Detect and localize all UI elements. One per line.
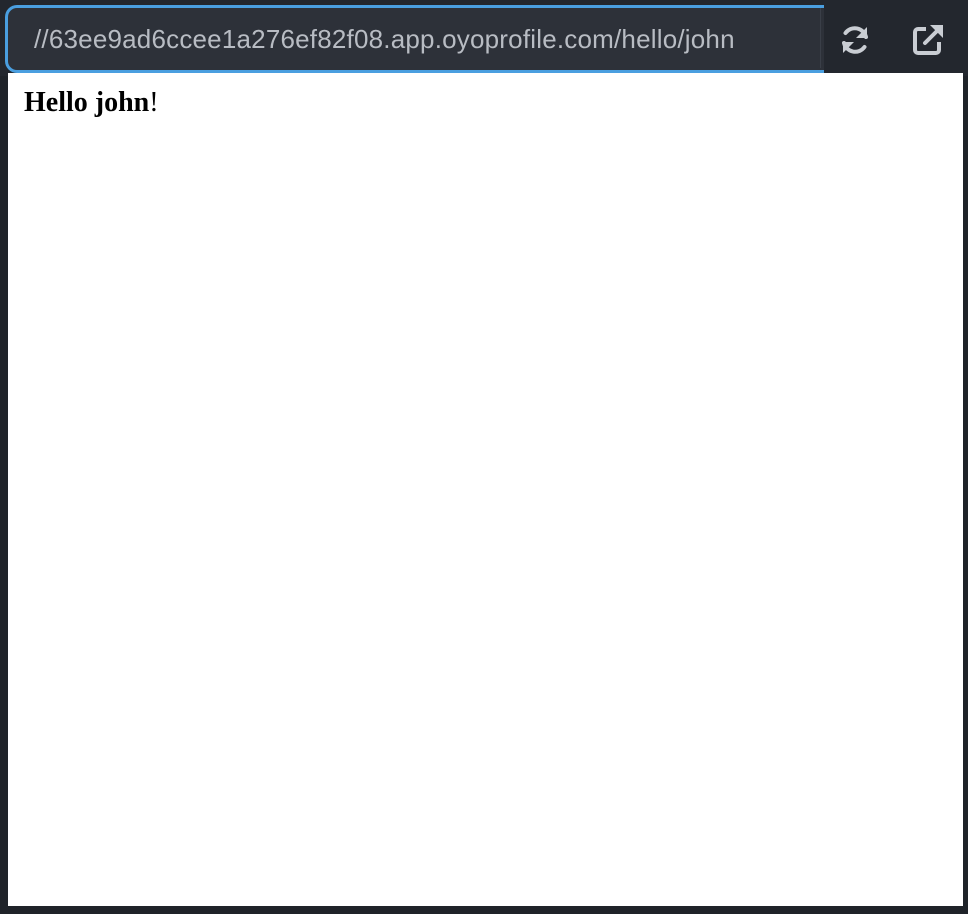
greeting-heading: Hello john! [24,87,159,119]
external-link-icon [910,22,946,58]
refresh-button[interactable] [831,14,879,66]
greeting-text: Hello john [24,87,150,118]
edge-marker [0,688,3,708]
browser-toolbar: //63ee9ad6ccee1a276ef82f08.app.oyoprofil… [0,0,968,76]
page-viewport: Hello john! [8,73,963,906]
url-bar[interactable]: //63ee9ad6ccee1a276ef82f08.app.oyoprofil… [5,5,824,73]
greeting-exclamation: ! [149,87,159,118]
url-text[interactable]: //63ee9ad6ccee1a276ef82f08.app.oyoprofil… [34,24,735,55]
open-external-button[interactable] [904,14,952,66]
refresh-icon [837,22,873,58]
toolbar-divider [820,8,821,68]
browser-preview-frame: //63ee9ad6ccee1a276ef82f08.app.oyoprofil… [0,0,968,914]
